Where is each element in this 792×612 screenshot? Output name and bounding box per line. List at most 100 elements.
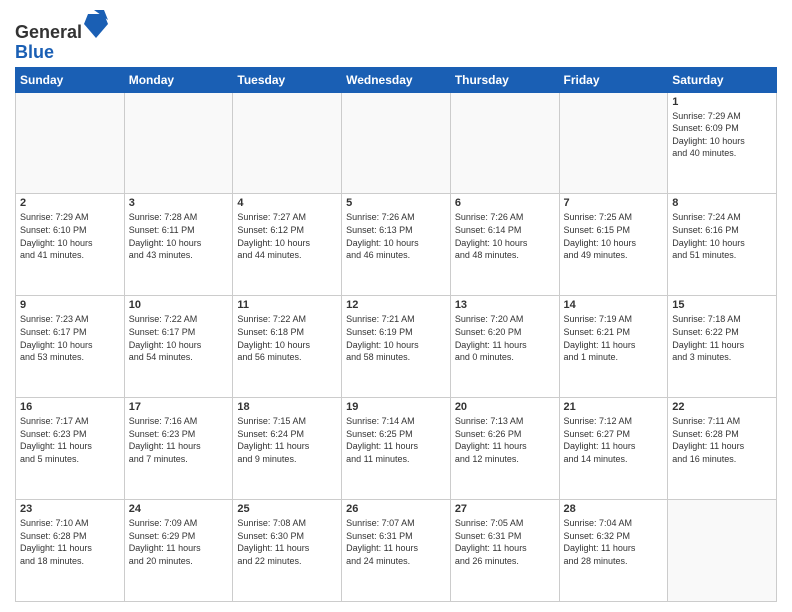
day-cell: 28 Sunrise: 7:04 AM Sunset: 6:32 PM Dayli… bbox=[559, 500, 668, 602]
day-number: 22 bbox=[672, 401, 772, 413]
day-cell: 14 Sunrise: 7:19 AM Sunset: 6:21 PM Dayli… bbox=[559, 296, 668, 398]
day-number: 27 bbox=[455, 503, 555, 515]
day-cell: 27 Sunrise: 7:05 AM Sunset: 6:31 PM Dayli… bbox=[450, 500, 559, 602]
day-cell: 25Sunrise: 7:08 AM Sunset: 6:30 PM Dayli… bbox=[233, 500, 342, 602]
day-cell: 17Sunrise: 7:16 AM Sunset: 6:23 PM Dayli… bbox=[124, 398, 233, 500]
day-info: Sunrise: 7:19 AM Sunset: 6:21 PM Dayligh… bbox=[564, 313, 664, 363]
day-cell: 21 Sunrise: 7:12 AM Sunset: 6:27 PM Dayli… bbox=[559, 398, 668, 500]
day-info: Sunrise: 7:12 AM Sunset: 6:27 PM Dayligh… bbox=[564, 415, 664, 465]
day-number: 4 bbox=[237, 197, 337, 209]
day-number: 8 bbox=[672, 197, 772, 209]
week-row-2: 9 Sunrise: 7:23 AM Sunset: 6:17 PM Daylig… bbox=[16, 296, 777, 398]
day-cell: 6 Sunrise: 7:26 AM Sunset: 6:14 PM Daylig… bbox=[450, 194, 559, 296]
day-cell bbox=[668, 500, 777, 602]
calendar-body: 1 Sunrise: 7:29 AM Sunset: 6:09 PM Daylig… bbox=[16, 92, 777, 601]
day-info: Sunrise: 7:15 AM Sunset: 6:24 PM Dayligh… bbox=[237, 415, 337, 465]
logo: General Blue bbox=[15, 10, 108, 63]
day-info: Sunrise: 7:26 AM Sunset: 6:14 PM Dayligh… bbox=[455, 211, 555, 261]
day-info: Sunrise: 7:13 AM Sunset: 6:26 PM Dayligh… bbox=[455, 415, 555, 465]
day-info: Sunrise: 7:04 AM Sunset: 6:32 PM Dayligh… bbox=[564, 517, 664, 567]
day-cell: 1 Sunrise: 7:29 AM Sunset: 6:09 PM Daylig… bbox=[668, 92, 777, 194]
day-of-week-row: SundayMondayTuesdayWednesdayThursdayFrid… bbox=[16, 67, 777, 92]
day-number: 6 bbox=[455, 197, 555, 209]
day-cell: 3 Sunrise: 7:28 AM Sunset: 6:11 PM Daylig… bbox=[124, 194, 233, 296]
dow-header-monday: Monday bbox=[124, 67, 233, 92]
day-cell: 8 Sunrise: 7:24 AM Sunset: 6:16 PM Daylig… bbox=[668, 194, 777, 296]
day-cell: 4Sunrise: 7:27 AM Sunset: 6:12 PM Daylig… bbox=[233, 194, 342, 296]
day-cell: 2 Sunrise: 7:29 AM Sunset: 6:10 PM Daylig… bbox=[16, 194, 125, 296]
day-info: Sunrise: 7:26 AM Sunset: 6:13 PM Dayligh… bbox=[346, 211, 446, 261]
logo-blue-text: Blue bbox=[15, 43, 108, 63]
day-cell: 16 Sunrise: 7:17 AM Sunset: 6:23 PM Dayli… bbox=[16, 398, 125, 500]
day-number: 26 bbox=[346, 503, 446, 515]
day-info: Sunrise: 7:23 AM Sunset: 6:17 PM Dayligh… bbox=[20, 313, 120, 363]
day-cell: 5 Sunrise: 7:26 AM Sunset: 6:13 PM Daylig… bbox=[342, 194, 451, 296]
day-number: 15 bbox=[672, 299, 772, 311]
day-info: Sunrise: 7:25 AM Sunset: 6:15 PM Dayligh… bbox=[564, 211, 664, 261]
day-number: 9 bbox=[20, 299, 120, 311]
day-cell: 22 Sunrise: 7:11 AM Sunset: 6:28 PM Dayli… bbox=[668, 398, 777, 500]
calendar-table: SundayMondayTuesdayWednesdayThursdayFrid… bbox=[15, 67, 777, 602]
day-cell: 10 Sunrise: 7:22 AM Sunset: 6:17 PM Dayli… bbox=[124, 296, 233, 398]
day-cell: 26 Sunrise: 7:07 AM Sunset: 6:31 PM Dayli… bbox=[342, 500, 451, 602]
day-info: Sunrise: 7:07 AM Sunset: 6:31 PM Dayligh… bbox=[346, 517, 446, 567]
day-info: Sunrise: 7:14 AM Sunset: 6:25 PM Dayligh… bbox=[346, 415, 446, 465]
day-info: Sunrise: 7:05 AM Sunset: 6:31 PM Dayligh… bbox=[455, 517, 555, 567]
day-number: 11 bbox=[237, 299, 337, 311]
day-cell bbox=[450, 92, 559, 194]
day-number: 23 bbox=[20, 503, 120, 515]
day-cell bbox=[16, 92, 125, 194]
day-info: Sunrise: 7:22 AM Sunset: 6:17 PM Dayligh… bbox=[129, 313, 229, 363]
day-number: 21 bbox=[564, 401, 664, 413]
day-info: Sunrise: 7:17 AM Sunset: 6:23 PM Dayligh… bbox=[20, 415, 120, 465]
day-info: Sunrise: 7:11 AM Sunset: 6:28 PM Dayligh… bbox=[672, 415, 772, 465]
day-number: 16 bbox=[20, 401, 120, 413]
day-number: 3 bbox=[129, 197, 229, 209]
day-cell: 12 Sunrise: 7:21 AM Sunset: 6:19 PM Dayli… bbox=[342, 296, 451, 398]
day-cell: 15 Sunrise: 7:18 AM Sunset: 6:22 PM Dayli… bbox=[668, 296, 777, 398]
day-number: 5 bbox=[346, 197, 446, 209]
logo-general: General bbox=[15, 22, 82, 42]
dow-header-tuesday: Tuesday bbox=[233, 67, 342, 92]
logo-icon bbox=[84, 10, 108, 38]
day-info: Sunrise: 7:22 AM Sunset: 6:18 PM Dayligh… bbox=[237, 313, 337, 363]
page-header: General Blue bbox=[15, 10, 777, 63]
day-info: Sunrise: 7:21 AM Sunset: 6:19 PM Dayligh… bbox=[346, 313, 446, 363]
day-number: 2 bbox=[20, 197, 120, 209]
day-number: 10 bbox=[129, 299, 229, 311]
day-info: Sunrise: 7:24 AM Sunset: 6:16 PM Dayligh… bbox=[672, 211, 772, 261]
logo-text: General bbox=[15, 10, 108, 43]
dow-header-friday: Friday bbox=[559, 67, 668, 92]
dow-header-thursday: Thursday bbox=[450, 67, 559, 92]
day-cell: 23 Sunrise: 7:10 AM Sunset: 6:28 PM Dayli… bbox=[16, 500, 125, 602]
day-cell: 9 Sunrise: 7:23 AM Sunset: 6:17 PM Daylig… bbox=[16, 296, 125, 398]
day-cell: 13Sunrise: 7:20 AM Sunset: 6:20 PM Dayli… bbox=[450, 296, 559, 398]
week-row-4: 23 Sunrise: 7:10 AM Sunset: 6:28 PM Dayli… bbox=[16, 500, 777, 602]
day-info: Sunrise: 7:29 AM Sunset: 6:09 PM Dayligh… bbox=[672, 110, 772, 160]
day-number: 7 bbox=[564, 197, 664, 209]
day-number: 14 bbox=[564, 299, 664, 311]
week-row-3: 16 Sunrise: 7:17 AM Sunset: 6:23 PM Dayli… bbox=[16, 398, 777, 500]
day-cell: 7 Sunrise: 7:25 AM Sunset: 6:15 PM Daylig… bbox=[559, 194, 668, 296]
day-number: 18 bbox=[237, 401, 337, 413]
day-number: 12 bbox=[346, 299, 446, 311]
day-cell bbox=[124, 92, 233, 194]
day-info: Sunrise: 7:29 AM Sunset: 6:10 PM Dayligh… bbox=[20, 211, 120, 261]
day-number: 20 bbox=[455, 401, 555, 413]
day-info: Sunrise: 7:18 AM Sunset: 6:22 PM Dayligh… bbox=[672, 313, 772, 363]
day-info: Sunrise: 7:09 AM Sunset: 6:29 PM Dayligh… bbox=[129, 517, 229, 567]
day-info: Sunrise: 7:10 AM Sunset: 6:28 PM Dayligh… bbox=[20, 517, 120, 567]
day-cell bbox=[342, 92, 451, 194]
day-number: 1 bbox=[672, 96, 772, 108]
day-cell: 20 Sunrise: 7:13 AM Sunset: 6:26 PM Dayli… bbox=[450, 398, 559, 500]
day-number: 17 bbox=[129, 401, 229, 413]
day-number: 25 bbox=[237, 503, 337, 515]
day-info: Sunrise: 7:28 AM Sunset: 6:11 PM Dayligh… bbox=[129, 211, 229, 261]
day-number: 13 bbox=[455, 299, 555, 311]
day-number: 28 bbox=[564, 503, 664, 515]
day-cell: 19Sunrise: 7:14 AM Sunset: 6:25 PM Dayli… bbox=[342, 398, 451, 500]
day-cell bbox=[559, 92, 668, 194]
day-cell: 24Sunrise: 7:09 AM Sunset: 6:29 PM Dayli… bbox=[124, 500, 233, 602]
dow-header-wednesday: Wednesday bbox=[342, 67, 451, 92]
day-cell bbox=[233, 92, 342, 194]
